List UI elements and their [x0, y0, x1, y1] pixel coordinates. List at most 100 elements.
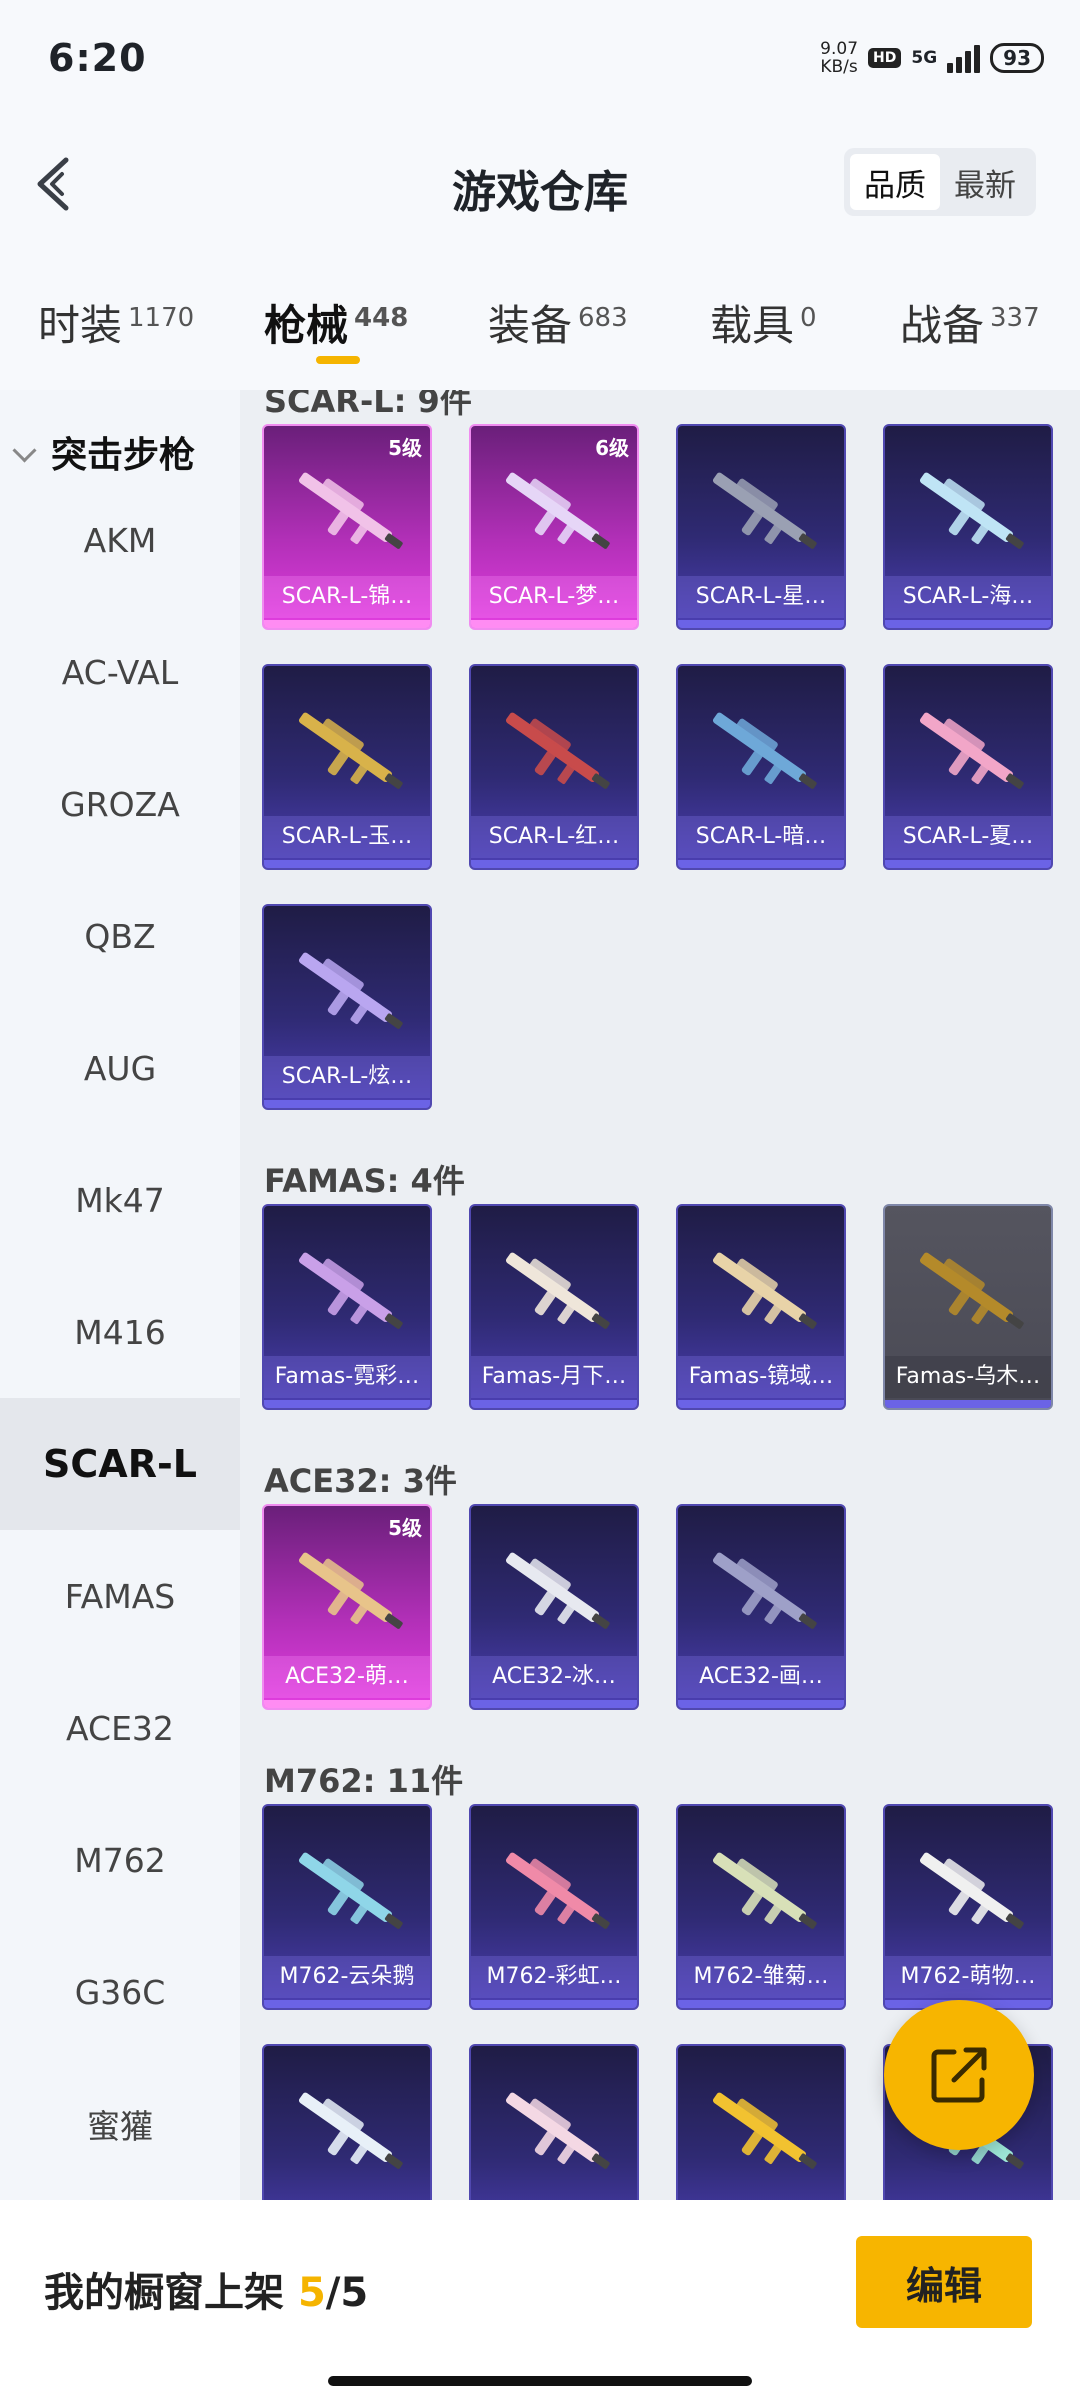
sidebar-item-g36c[interactable]: G36C	[0, 1926, 240, 2058]
sidebar-item-famas[interactable]: FAMAS	[0, 1530, 240, 1662]
battery-indicator: 93	[990, 43, 1044, 73]
weapon-card[interactable]: Famas-月下…	[469, 1204, 639, 1410]
weapon-card[interactable]: M762-萌物…	[883, 1804, 1053, 2010]
network-speed: 9.07 KB/s	[820, 39, 859, 77]
tab-supplies[interactable]: 战备 337	[900, 292, 1040, 353]
weapon-name: SCAR-L-炫…	[264, 1056, 430, 1098]
tab-vehicles[interactable]: 载具 0	[710, 292, 817, 353]
sort-toggle: 品质 最新	[844, 148, 1036, 216]
weapon-grid: SCAR-L: 9件 5级 SCAR-L-锦… 6级 SCAR-L-梦… SCAR-L-星…	[240, 390, 1080, 2200]
sidebar-item-m762[interactable]: M762	[0, 1794, 240, 1926]
weapon-card[interactable]: SCAR-L-玉…	[262, 664, 432, 870]
weapon-name: SCAR-L-星…	[678, 576, 844, 618]
sidebar-item-scar-l[interactable]: SCAR-L	[0, 1398, 240, 1530]
signal-icon	[947, 43, 981, 73]
share-button[interactable]	[884, 2000, 1034, 2150]
weapon-card[interactable]	[262, 2044, 432, 2200]
gun-image	[712, 2092, 817, 2169]
sidebar-item-ac-val[interactable]: AC-VAL	[0, 606, 240, 738]
gun-image	[298, 1252, 403, 1329]
weapon-card[interactable]: SCAR-L-星…	[676, 424, 846, 630]
weapon-card[interactable]: M762-雏菊…	[676, 1804, 846, 2010]
sidebar-item-mk47[interactable]: Mk47	[0, 1134, 240, 1266]
sidebar-group-assault-rifles[interactable]: 突击步枪	[12, 426, 195, 478]
rarity-strip	[264, 860, 430, 868]
tab-equipment[interactable]: 装备 683	[488, 292, 628, 353]
rarity-strip	[885, 1400, 1051, 1408]
weapon-name: SCAR-L-玉…	[264, 816, 430, 858]
active-tab-indicator	[316, 356, 360, 364]
weapon-name: SCAR-L-海…	[885, 576, 1051, 618]
gun-image	[712, 1852, 817, 1929]
sidebar-item-groza[interactable]: GROZA	[0, 738, 240, 870]
weapon-card[interactable]: ACE32-画…	[676, 1504, 846, 1710]
weapon-name: Famas-霓彩…	[264, 1356, 430, 1398]
weapon-card[interactable]	[469, 2044, 639, 2200]
status-icons: 9.07 KB/s HD 5G 93	[820, 40, 1044, 76]
edit-button[interactable]: 编辑	[856, 2236, 1032, 2328]
gun-image	[298, 712, 403, 789]
sidebar-item-m416[interactable]: M416	[0, 1266, 240, 1398]
rarity-strip	[471, 2000, 637, 2008]
tab-outfits[interactable]: 时装 1170	[38, 292, 194, 353]
rarity-strip	[264, 1700, 430, 1708]
sort-quality-button[interactable]: 品质	[850, 154, 940, 210]
weapon-card[interactable]: M762-彩虹…	[469, 1804, 639, 2010]
weapon-card[interactable]: 5级 SCAR-L-锦…	[262, 424, 432, 630]
gun-image	[919, 712, 1024, 789]
level-badge: 5级	[388, 436, 422, 460]
weapon-name: SCAR-L-锦…	[264, 576, 430, 618]
weapon-name: SCAR-L-暗…	[678, 816, 844, 858]
gun-image	[505, 2092, 610, 2169]
weapon-name: SCAR-L-梦…	[471, 576, 637, 618]
rarity-strip	[678, 620, 844, 628]
weapon-name: ACE32-冰…	[471, 1656, 637, 1698]
rarity-strip	[471, 1700, 637, 1708]
weapon-card[interactable]: Famas-乌木…	[883, 1204, 1053, 1410]
sidebar-item--[interactable]: 蜜獾	[0, 2058, 240, 2190]
weapon-name: M762-雏菊…	[678, 1956, 844, 1998]
gun-image	[919, 472, 1024, 549]
app-header: 游戏仓库 品质 最新	[0, 120, 1080, 250]
gun-image	[712, 1552, 817, 1629]
weapon-card[interactable]: SCAR-L-夏…	[883, 664, 1053, 870]
weapon-card[interactable]: Famas-镜域…	[676, 1204, 846, 1410]
section-title: M762: 11件	[264, 1762, 464, 1800]
rarity-strip	[264, 1100, 430, 1108]
gun-image	[919, 1252, 1024, 1329]
weapon-name: M762-萌物…	[885, 1956, 1051, 1998]
home-indicator[interactable]	[328, 2376, 752, 2386]
weapon-name: ACE32-画…	[678, 1656, 844, 1698]
weapon-card[interactable]: 6级 SCAR-L-梦…	[469, 424, 639, 630]
weapon-card[interactable]: SCAR-L-红…	[469, 664, 639, 870]
gun-image	[712, 1252, 817, 1329]
sidebar-item-aug[interactable]: AUG	[0, 1002, 240, 1134]
weapon-name: M762-云朵鹅	[264, 1956, 430, 1998]
weapon-card[interactable]: Famas-霓彩…	[262, 1204, 432, 1410]
weapon-name: Famas-月下…	[471, 1356, 637, 1398]
rarity-strip	[264, 2000, 430, 2008]
rarity-strip	[885, 620, 1051, 628]
sidebar-item-ace32[interactable]: ACE32	[0, 1662, 240, 1794]
rarity-strip	[678, 860, 844, 868]
rarity-strip	[264, 1400, 430, 1408]
weapon-card[interactable]: M762-云朵鹅	[262, 1804, 432, 2010]
weapon-sidebar: 突击步枪 AKM AC-VAL GROZA QBZ AUG Mk47 M416 SCAR-L F…	[0, 390, 240, 2200]
weapon-card[interactable]: 5级 ACE32-萌…	[262, 1504, 432, 1710]
gun-image	[298, 2092, 403, 2169]
weapon-card[interactable]: ACE32-冰…	[469, 1504, 639, 1710]
sidebar-item-qbz[interactable]: QBZ	[0, 870, 240, 1002]
gun-image	[505, 1252, 610, 1329]
weapon-card[interactable]: SCAR-L-炫…	[262, 904, 432, 1110]
section-title: SCAR-L: 9件	[264, 390, 472, 420]
rarity-strip	[678, 1700, 844, 1708]
sort-latest-button[interactable]: 最新	[940, 154, 1030, 210]
weapon-card[interactable]	[676, 2044, 846, 2200]
weapon-card[interactable]: SCAR-L-暗…	[676, 664, 846, 870]
tab-guns[interactable]: 枪械 448	[264, 292, 408, 353]
weapon-name: SCAR-L-夏…	[885, 816, 1051, 858]
rarity-strip	[471, 620, 637, 628]
sidebar-item-akm[interactable]: AKM	[0, 474, 240, 606]
weapon-name: ACE32-萌…	[264, 1656, 430, 1698]
weapon-card[interactable]: SCAR-L-海…	[883, 424, 1053, 630]
